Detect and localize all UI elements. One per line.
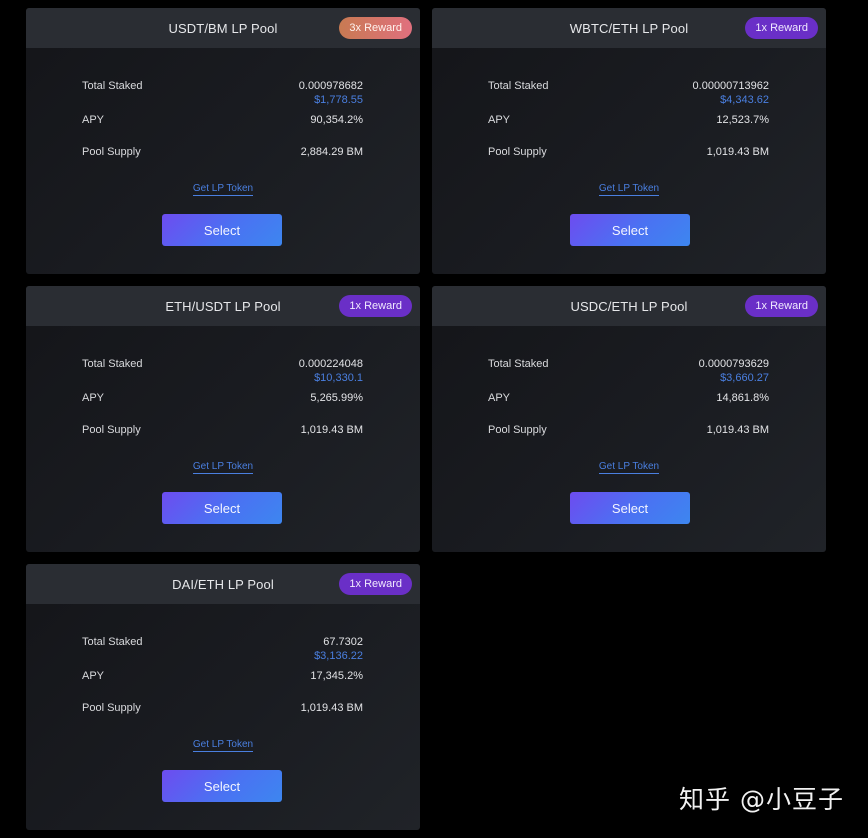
- apy-row: APY 14,861.8%: [488, 392, 769, 424]
- pool-title: ETH/USDT LP Pool: [165, 298, 281, 314]
- apy-row: APY 90,354.2%: [82, 114, 363, 146]
- pool-card-header: USDC/ETH LP Pool 1x Reward: [432, 286, 826, 326]
- get-lp-token-link[interactable]: Get LP Token: [598, 461, 660, 474]
- pool-supply-row: Pool Supply 1,019.43 BM: [82, 424, 363, 444]
- total-staked-row: Total Staked 0.000224048 $10,330.1: [82, 358, 363, 392]
- total-staked-value: 0.0000793629 $3,660.27: [699, 358, 769, 392]
- reward-badge: 3x Reward: [339, 17, 412, 39]
- apy-value: 17,345.2%: [310, 670, 363, 682]
- select-button[interactable]: Select: [162, 214, 282, 246]
- pool-card-wbtc-eth: WBTC/ETH LP Pool 1x Reward Total Staked …: [432, 8, 826, 274]
- pool-card-header: WBTC/ETH LP Pool 1x Reward: [432, 8, 826, 48]
- total-staked-amount: 0.000978682: [298, 80, 363, 92]
- pool-stats: Total Staked 0.0000793629 $3,660.27 APY …: [488, 358, 769, 444]
- pool-supply-value: 1,019.43 BM: [706, 146, 769, 158]
- pool-card-usdt-bm: USDT/BM LP Pool 3x Reward Total Staked 0…: [26, 8, 420, 274]
- select-button[interactable]: Select: [570, 492, 690, 524]
- pool-title: USDT/BM LP Pool: [168, 20, 278, 36]
- pool-supply-value: 2,884.29 BM: [300, 146, 363, 158]
- apy-value: 5,265.99%: [310, 392, 363, 404]
- apy-label: APY: [488, 392, 511, 404]
- pool-supply-value: 1,019.43 BM: [300, 424, 363, 436]
- apy-value: 12,523.7%: [716, 114, 769, 126]
- pool-card-header: USDT/BM LP Pool 3x Reward: [26, 8, 420, 48]
- total-staked-label: Total Staked: [488, 358, 549, 370]
- total-staked-row: Total Staked 0.00000713962 $4,343.62: [488, 80, 769, 114]
- pool-supply-label: Pool Supply: [488, 146, 547, 158]
- total-staked-row: Total Staked 0.0000793629 $3,660.27: [488, 358, 769, 392]
- pool-stats: Total Staked 0.00000713962 $4,343.62 APY…: [488, 80, 769, 166]
- total-staked-amount: 0.00000713962: [692, 80, 769, 92]
- pool-supply-label: Pool Supply: [82, 702, 141, 714]
- pool-supply-label: Pool Supply: [82, 146, 141, 158]
- pool-stats: Total Staked 0.000224048 $10,330.1 APY 5…: [82, 358, 363, 444]
- total-staked-label: Total Staked: [82, 636, 143, 648]
- select-button[interactable]: Select: [162, 492, 282, 524]
- pool-supply-label: Pool Supply: [488, 424, 547, 436]
- total-staked-amount: 0.000224048: [298, 358, 363, 370]
- total-staked-usd: $4,343.62: [720, 94, 769, 106]
- total-staked-label: Total Staked: [82, 358, 143, 370]
- pool-card-usdc-eth: USDC/ETH LP Pool 1x Reward Total Staked …: [432, 286, 826, 552]
- total-staked-row: Total Staked 67.7302 $3,136.22: [82, 636, 363, 670]
- total-staked-usd: $3,660.27: [720, 372, 769, 384]
- total-staked-amount: 67.7302: [323, 636, 363, 648]
- apy-row: APY 17,345.2%: [82, 670, 363, 702]
- total-staked-usd: $1,778.55: [314, 94, 363, 106]
- get-lp-token-wrap: Get LP Token: [26, 461, 420, 474]
- reward-badge: 1x Reward: [745, 295, 818, 317]
- apy-row: APY 5,265.99%: [82, 392, 363, 424]
- pool-title: USDC/ETH LP Pool: [570, 298, 688, 314]
- pool-card-header: DAI/ETH LP Pool 1x Reward: [26, 564, 420, 604]
- watermark-text: 知乎 @小豆子: [679, 785, 844, 814]
- pool-supply-row: Pool Supply 2,884.29 BM: [82, 146, 363, 166]
- total-staked-value: 67.7302 $3,136.22: [314, 636, 363, 670]
- total-staked-label: Total Staked: [488, 80, 549, 92]
- pool-title: DAI/ETH LP Pool: [172, 576, 274, 592]
- pool-card-header: ETH/USDT LP Pool 1x Reward: [26, 286, 420, 326]
- apy-label: APY: [82, 114, 105, 126]
- pool-supply-value: 1,019.43 BM: [706, 424, 769, 436]
- select-button[interactable]: Select: [570, 214, 690, 246]
- pool-stats: Total Staked 67.7302 $3,136.22 APY 17,34…: [82, 636, 363, 722]
- get-lp-token-link[interactable]: Get LP Token: [192, 739, 254, 752]
- get-lp-token-wrap: Get LP Token: [26, 739, 420, 752]
- get-lp-token-wrap: Get LP Token: [432, 183, 826, 196]
- total-staked-label: Total Staked: [82, 80, 143, 92]
- pool-supply-row: Pool Supply 1,019.43 BM: [82, 702, 363, 722]
- apy-value: 90,354.2%: [310, 114, 363, 126]
- total-staked-value: 0.000978682 $1,778.55: [299, 80, 363, 114]
- pool-supply-label: Pool Supply: [82, 424, 141, 436]
- pool-supply-row: Pool Supply 1,019.43 BM: [488, 146, 769, 166]
- pool-grid: USDT/BM LP Pool 3x Reward Total Staked 0…: [0, 0, 868, 838]
- pool-stats: Total Staked 0.000978682 $1,778.55 APY 9…: [82, 80, 363, 166]
- total-staked-usd: $10,330.1: [314, 372, 363, 384]
- pool-supply-row: Pool Supply 1,019.43 BM: [488, 424, 769, 444]
- apy-label: APY: [82, 392, 105, 404]
- reward-badge: 1x Reward: [745, 17, 818, 39]
- pool-supply-value: 1,019.43 BM: [300, 702, 363, 714]
- get-lp-token-wrap: Get LP Token: [432, 461, 826, 474]
- apy-value: 14,861.8%: [716, 392, 769, 404]
- get-lp-token-link[interactable]: Get LP Token: [192, 461, 254, 474]
- pool-title: WBTC/ETH LP Pool: [569, 20, 689, 36]
- get-lp-token-link[interactable]: Get LP Token: [192, 183, 254, 196]
- reward-badge: 1x Reward: [339, 573, 412, 595]
- get-lp-token-wrap: Get LP Token: [26, 183, 420, 196]
- get-lp-token-link[interactable]: Get LP Token: [598, 183, 660, 196]
- pool-card-dai-eth: DAI/ETH LP Pool 1x Reward Total Staked 6…: [26, 564, 420, 830]
- select-button[interactable]: Select: [162, 770, 282, 802]
- reward-badge: 1x Reward: [339, 295, 412, 317]
- apy-label: APY: [488, 114, 511, 126]
- total-staked-row: Total Staked 0.000978682 $1,778.55: [82, 80, 363, 114]
- apy-row: APY 12,523.7%: [488, 114, 769, 146]
- total-staked-value: 0.00000713962 $4,343.62: [693, 80, 769, 114]
- total-staked-usd: $3,136.22: [314, 650, 363, 662]
- pool-card-eth-usdt: ETH/USDT LP Pool 1x Reward Total Staked …: [26, 286, 420, 552]
- total-staked-value: 0.000224048 $10,330.1: [299, 358, 363, 392]
- total-staked-amount: 0.0000793629: [698, 358, 769, 370]
- apy-label: APY: [82, 670, 105, 682]
